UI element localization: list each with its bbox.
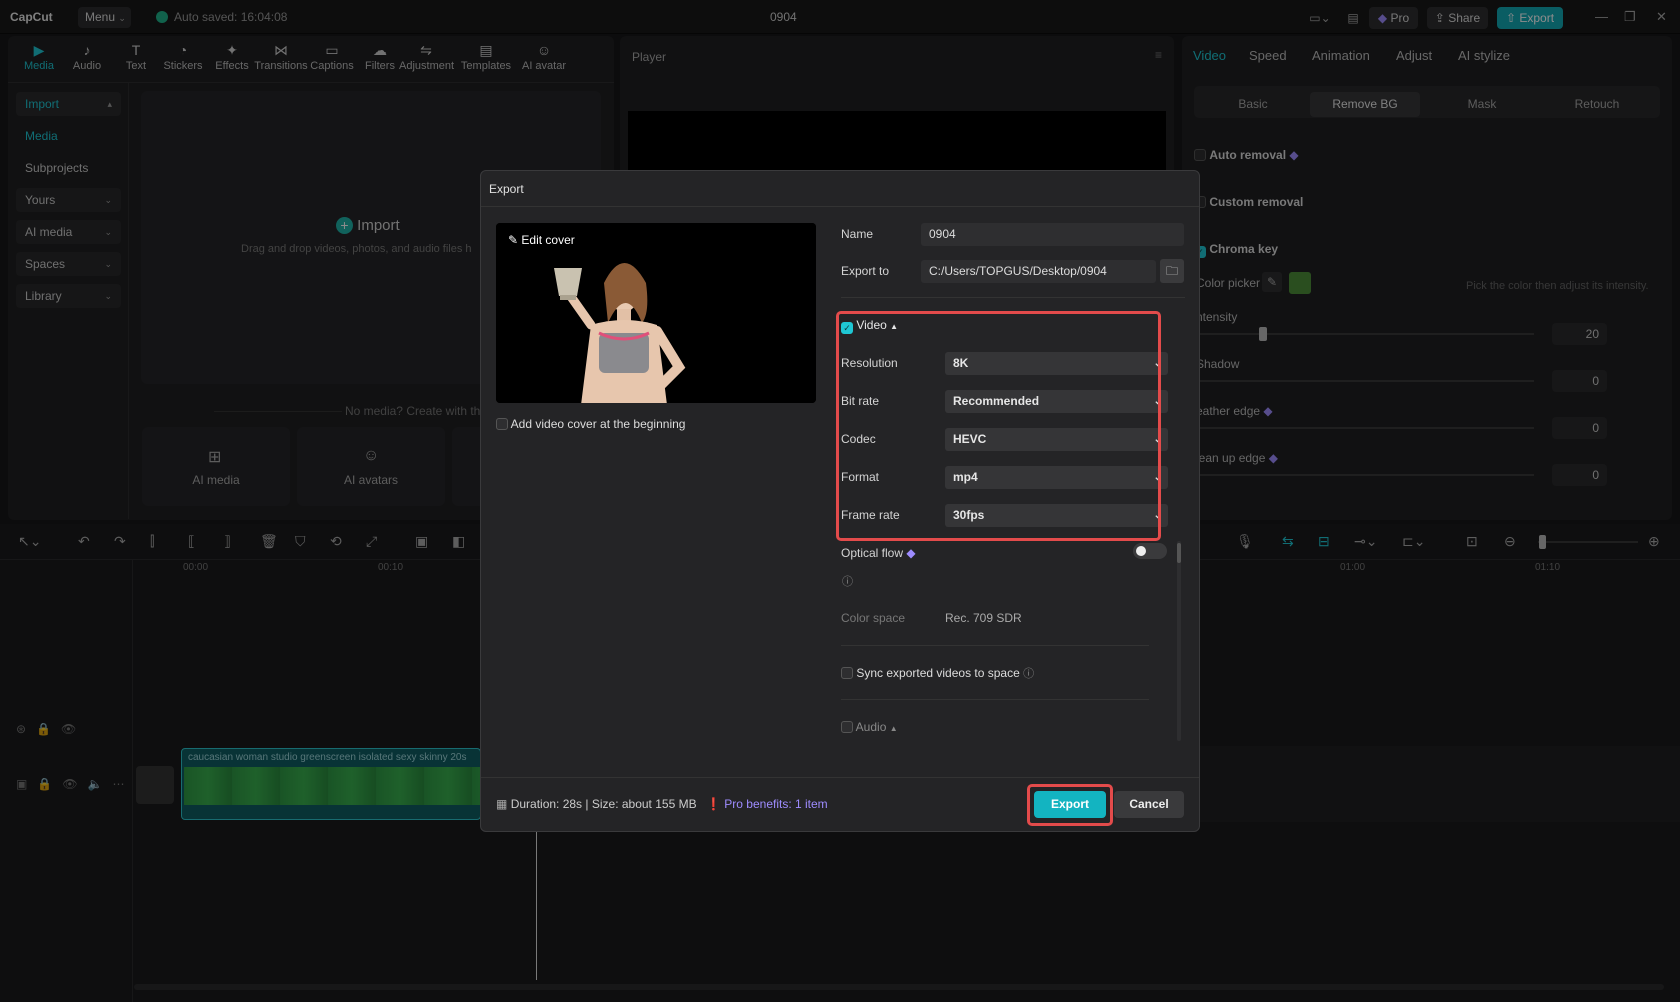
- add-cover-label: Add video cover at the beginning: [511, 417, 686, 431]
- audio-checkbox[interactable]: [841, 721, 853, 733]
- pencil-icon: ✎: [508, 233, 518, 247]
- gem-icon: ◆: [906, 546, 915, 560]
- dialog-footer: ▦ Duration: 28s | Size: about 155 MB ❗ P…: [481, 777, 1199, 831]
- export-dialog: Export ✎ Edit cover Add video cover at t…: [480, 170, 1200, 832]
- sync-option[interactable]: Sync exported videos to space ⓘ: [841, 665, 1034, 681]
- folder-icon[interactable]: 🗀: [1160, 259, 1184, 283]
- sync-checkbox[interactable]: [841, 667, 853, 679]
- dialog-title: Export: [489, 182, 524, 196]
- sync-label: Sync exported videos to space: [856, 666, 1019, 680]
- pro-benefits-label: Pro benefits: 1 item: [724, 797, 827, 811]
- info-icon[interactable]: ⓘ: [842, 573, 853, 589]
- export-to-label: Export to: [841, 264, 889, 278]
- film-icon: ▦: [496, 797, 507, 811]
- edit-cover-label: Edit cover: [521, 233, 574, 247]
- color-space-value: Rec. 709 SDR: [945, 611, 1022, 625]
- settings-scrollbar[interactable]: [1177, 541, 1181, 741]
- audio-section-label: Audio: [856, 720, 887, 734]
- video-settings-highlight: [836, 311, 1161, 541]
- export-path-input[interactable]: C:/Users/TOPGUS/Desktop/0904: [921, 260, 1156, 283]
- optical-flow-label: Optical flow: [841, 546, 903, 560]
- export-info: ▦ Duration: 28s | Size: about 155 MB: [496, 797, 697, 811]
- pro-benefits[interactable]: ❗ Pro benefits: 1 item: [706, 797, 828, 811]
- cover-image: [496, 223, 816, 403]
- dialog-header: Export: [481, 171, 1199, 207]
- cover-preview[interactable]: ✎ Edit cover: [496, 223, 816, 403]
- add-cover-option[interactable]: Add video cover at the beginning: [496, 417, 685, 431]
- optical-flow-row: Optical flow ◆: [841, 546, 916, 560]
- export-button-highlight: [1027, 784, 1113, 826]
- name-input[interactable]: 0904: [921, 223, 1184, 246]
- edit-cover-button[interactable]: ✎ Edit cover: [508, 233, 575, 247]
- audio-section-toggle[interactable]: Audio ▲: [841, 720, 898, 734]
- name-label: Name: [841, 227, 873, 241]
- alert-icon: ❗: [706, 797, 721, 811]
- color-space-label: Color space: [841, 611, 905, 625]
- optical-flow-toggle[interactable]: [1133, 543, 1167, 559]
- help-icon[interactable]: ⓘ: [1023, 668, 1034, 680]
- chevron-up-icon: ▲: [890, 724, 898, 733]
- add-cover-checkbox[interactable]: [496, 418, 508, 430]
- cancel-button[interactable]: Cancel: [1114, 791, 1184, 818]
- duration-size-text: Duration: 28s | Size: about 155 MB: [511, 797, 697, 811]
